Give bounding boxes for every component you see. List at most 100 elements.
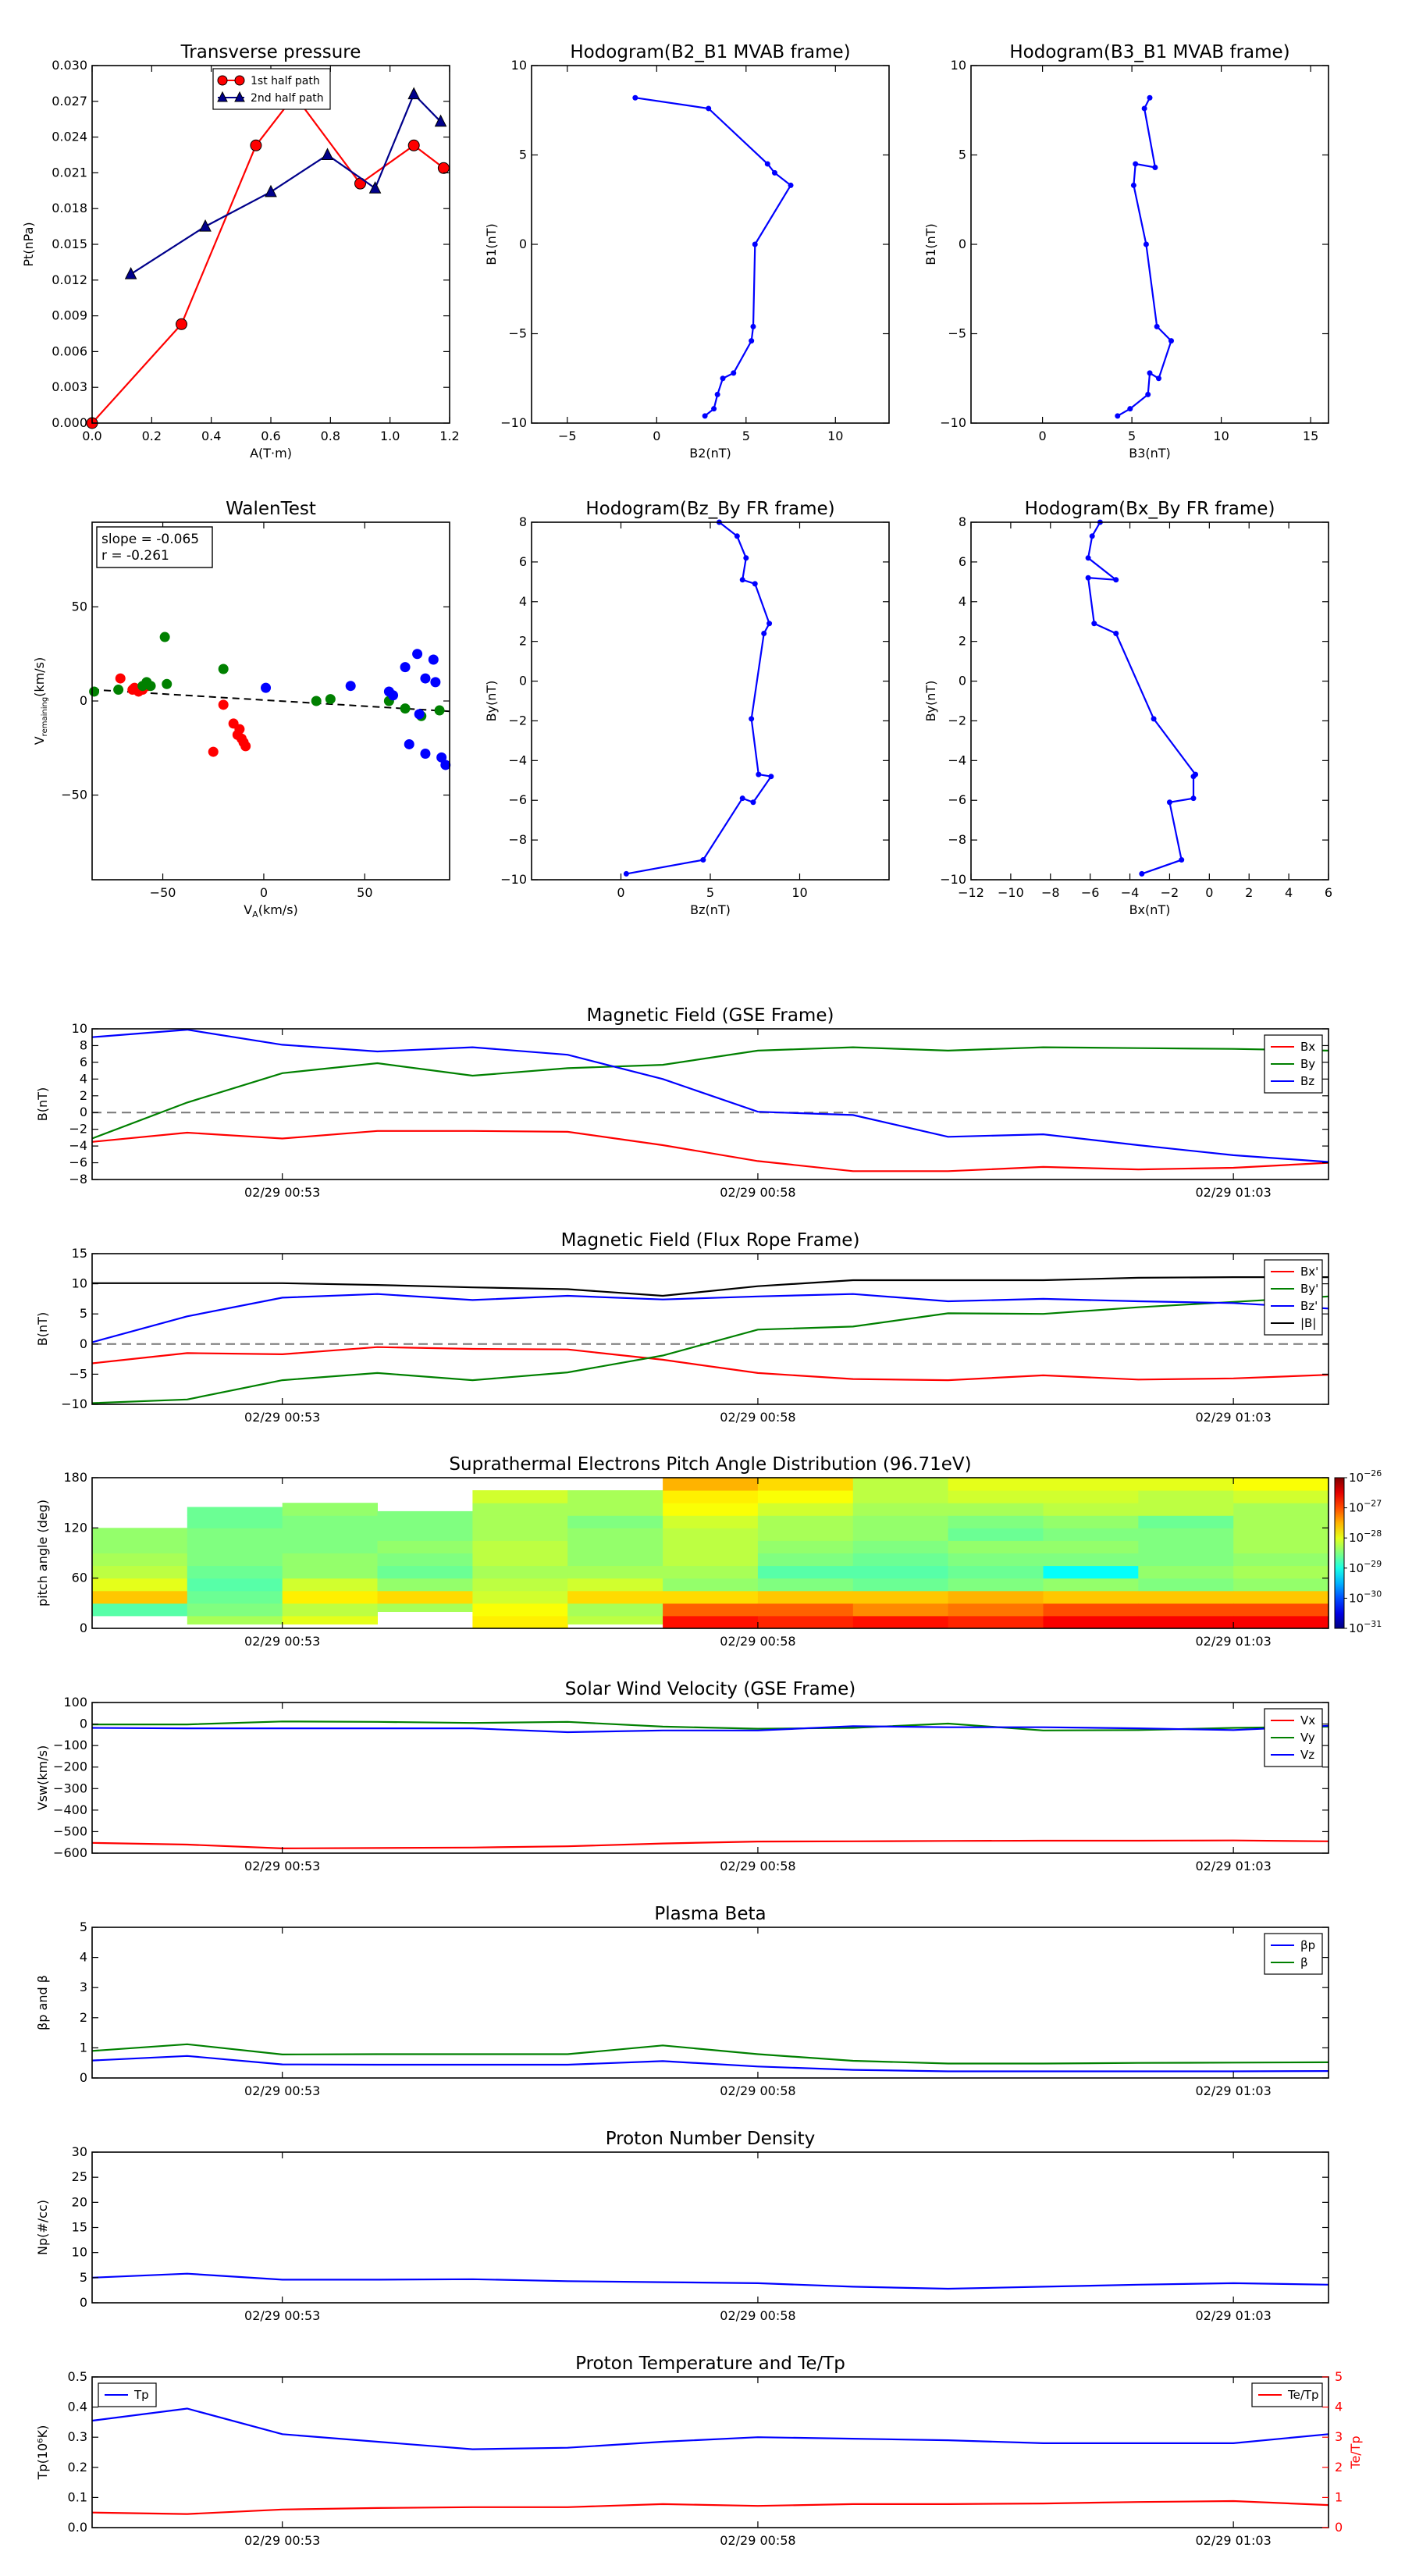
y-tick-label: −100 (53, 1738, 87, 1752)
heatmap-cell (567, 1528, 663, 1541)
data-point (250, 139, 262, 151)
y-tick-label: −4 (948, 753, 966, 767)
heatmap-cell (1043, 1615, 1139, 1629)
y-tick-label: 4 (959, 594, 966, 609)
heatmap-cell (1233, 1590, 1329, 1604)
y-tick-label: −2 (508, 713, 527, 728)
x-tick-label: 02/29 01:03 (1195, 1410, 1271, 1425)
x-axis-label: B3(nT) (1129, 446, 1171, 461)
y-axis-label: By(nT) (923, 681, 938, 722)
x-tick-label: 15 (1303, 429, 1318, 443)
chart-title-1: Hodogram(B2_B1 MVAB frame) (570, 42, 850, 62)
data-point (788, 182, 794, 188)
data-point (756, 771, 762, 777)
y-tick-label: 0.1 (68, 2489, 87, 2504)
heatmap-cell (567, 1578, 663, 1592)
y-tick-label: 10 (72, 1276, 87, 1291)
plot-frame (91, 1702, 1329, 1854)
chart-title-0: Transverse pressure (180, 42, 361, 62)
y-tick-label: 0.4 (68, 2400, 87, 2414)
y-tick-label: 5 (80, 2270, 87, 2285)
data-point (768, 774, 774, 780)
heatmap-cell (948, 1478, 1044, 1491)
y-tick-label: 0.021 (52, 165, 87, 180)
data-point (764, 161, 770, 167)
y-tick-label: 2 (959, 634, 966, 649)
x-tick-label: 02/29 00:53 (244, 1410, 320, 1425)
y-tick-label: 4 (80, 1071, 87, 1086)
heatmap-cell (1043, 1553, 1139, 1567)
y-axis-label: Np(#/cc) (35, 2200, 50, 2255)
scatter-point (234, 724, 245, 735)
data-point (1147, 94, 1153, 101)
heatmap-cell (1043, 1490, 1139, 1503)
heatmap-cell (282, 1565, 378, 1579)
legend-label: Bz (1300, 1074, 1314, 1088)
data-point (1141, 105, 1147, 112)
legend-label: |B| (1300, 1316, 1316, 1330)
hodogram-line (626, 521, 773, 875)
x-axis-label: Bx(nT) (1129, 902, 1171, 917)
heatmap-cell (472, 1528, 568, 1541)
y-tick-label: 3 (80, 1980, 87, 1994)
scatter-point (400, 703, 411, 714)
heatmap-cell (187, 1615, 283, 1625)
y-tick-label: 0.006 (52, 343, 87, 358)
x-tick-label: 0 (1039, 429, 1047, 443)
y-tick-label: 0 (959, 237, 966, 251)
colorbar-tick-label: 10−31 (1349, 1619, 1382, 1635)
heatmap-cell (187, 1578, 283, 1592)
x-tick-label: 10 (1213, 429, 1229, 443)
x-tick-label: −4 (1121, 885, 1140, 900)
heatmap-cell (377, 1540, 473, 1553)
y-tick-label: 8 (80, 1037, 87, 1052)
heatmap-cell (1043, 1528, 1139, 1541)
x-tick-label: 5 (1128, 429, 1136, 443)
heatmap-cell (948, 1515, 1044, 1528)
heatmap-cell (282, 1590, 378, 1604)
heatmap-cell (377, 1528, 473, 1541)
heatmap-cell (472, 1503, 568, 1516)
heatmap-cell (948, 1615, 1044, 1629)
y-axis-label: B1(nT) (923, 223, 938, 265)
data-point (767, 621, 773, 627)
data-point (1113, 577, 1119, 583)
y-tick-label: 100 (63, 1695, 87, 1710)
heatmap-cell (1138, 1528, 1234, 1541)
x-tick-label: 02/29 01:03 (1195, 1185, 1271, 1200)
heatmap-cell (948, 1528, 1044, 1541)
y2-tick-label: 4 (1335, 2400, 1343, 2414)
colorbar-tick-label: 10−30 (1349, 1589, 1382, 1605)
chart-title-8: Suprathermal Electrons Pitch Angle Distr… (449, 1454, 971, 1475)
chart-title-4: Hodogram(Bz_By FR frame) (585, 499, 834, 519)
x-tick-label: 02/29 00:58 (720, 2083, 795, 2098)
heatmap-cell (663, 1515, 759, 1528)
y-tick-label: 4 (519, 594, 527, 609)
heatmap-cell (1138, 1503, 1234, 1516)
heatmap-cell (472, 1540, 568, 1553)
data-point (124, 267, 137, 279)
x-tick-label: 02/29 00:53 (244, 2533, 320, 2548)
x-tick-label: 4 (1285, 885, 1293, 900)
heatmap-cell (663, 1578, 759, 1592)
y2-tick-label: 2 (1335, 2460, 1343, 2475)
scatter-point (420, 673, 431, 684)
y-tick-label: −2 (69, 1122, 87, 1137)
heatmap-cell (92, 1553, 188, 1567)
data-point (1143, 241, 1149, 247)
y-axis-label: βp and β (35, 1975, 50, 2030)
y-tick-label: 10 (511, 58, 527, 73)
data-point (1145, 391, 1151, 397)
y-tick-label: 2 (80, 2010, 87, 2025)
y-tick-label: −5 (69, 1366, 87, 1381)
x-tick-label: 0.4 (201, 429, 221, 443)
plot-frame (91, 1927, 1329, 2079)
y-tick-label: 8 (519, 514, 527, 529)
x-tick-label: 02/29 00:58 (720, 1410, 795, 1425)
heatmap-cell (187, 1603, 283, 1617)
heatmap-cell (187, 1565, 283, 1579)
data-point (1127, 406, 1133, 412)
legend-label: By (1300, 1057, 1315, 1071)
legend-label: Vz (1300, 1748, 1314, 1762)
x-axis-label: VA(km/s) (244, 902, 298, 920)
